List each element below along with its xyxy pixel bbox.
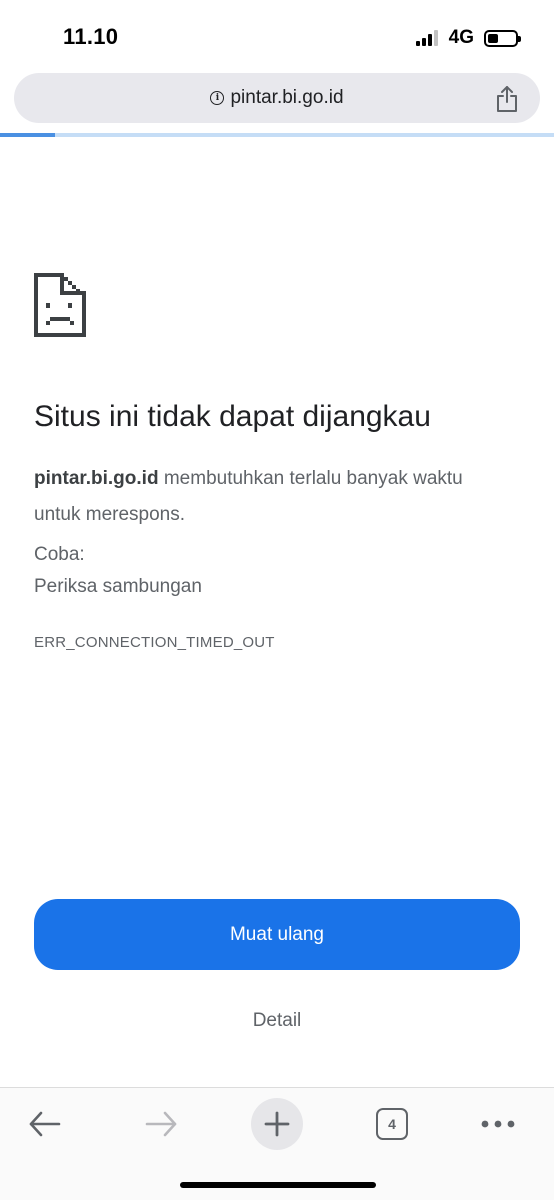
share-icon — [497, 86, 517, 112]
home-indicator[interactable] — [180, 1182, 376, 1188]
plus-icon — [264, 1111, 290, 1137]
error-code: ERR_CONNECTION_TIMED_OUT — [34, 634, 275, 651]
new-tab-circle[interactable] — [251, 1098, 303, 1150]
back-button[interactable] — [15, 1094, 75, 1154]
more-icon — [481, 1120, 515, 1128]
share-button[interactable] — [494, 85, 520, 113]
reload-button[interactable]: Muat ulang — [34, 899, 520, 970]
more-button[interactable] — [468, 1094, 528, 1154]
url-text[interactable]: pintar.bi.go.id — [230, 87, 343, 109]
status-indicators: 4G — [415, 26, 521, 50]
new-tab-button[interactable] — [247, 1094, 307, 1154]
error-title: Situs ini tidak dapat dijangkau — [34, 400, 431, 433]
suggestion-check-connection: Periksa sambungan — [34, 576, 202, 597]
status-time: 11.10 — [63, 24, 119, 49]
battery-icon — [484, 29, 521, 47]
address-bar[interactable]: i pintar.bi.go.id — [14, 73, 540, 123]
signal-icon — [415, 30, 438, 46]
error-description: pintar.bi.go.id membutuhkan terlalu bany… — [34, 461, 514, 533]
address-field[interactable]: i pintar.bi.go.id — [14, 73, 540, 123]
try-label: Coba: — [34, 544, 85, 565]
status-bar: 11.10 4G — [0, 0, 554, 70]
network-type: 4G — [448, 27, 474, 48]
loading-progress-bar — [0, 133, 554, 137]
forward-button[interactable] — [131, 1094, 191, 1154]
loading-progress-fill — [0, 133, 56, 137]
back-arrow-icon — [29, 1111, 61, 1137]
details-button[interactable]: Detail — [0, 1010, 554, 1032]
sad-page-icon — [34, 273, 86, 337]
tab-count[interactable]: 4 — [376, 1108, 408, 1140]
forward-arrow-icon — [145, 1111, 177, 1137]
battery-level — [488, 33, 498, 43]
error-host: pintar.bi.go.id — [34, 468, 159, 489]
tab-switcher-button[interactable]: 4 — [362, 1094, 422, 1154]
info-icon[interactable]: i — [210, 91, 225, 105]
